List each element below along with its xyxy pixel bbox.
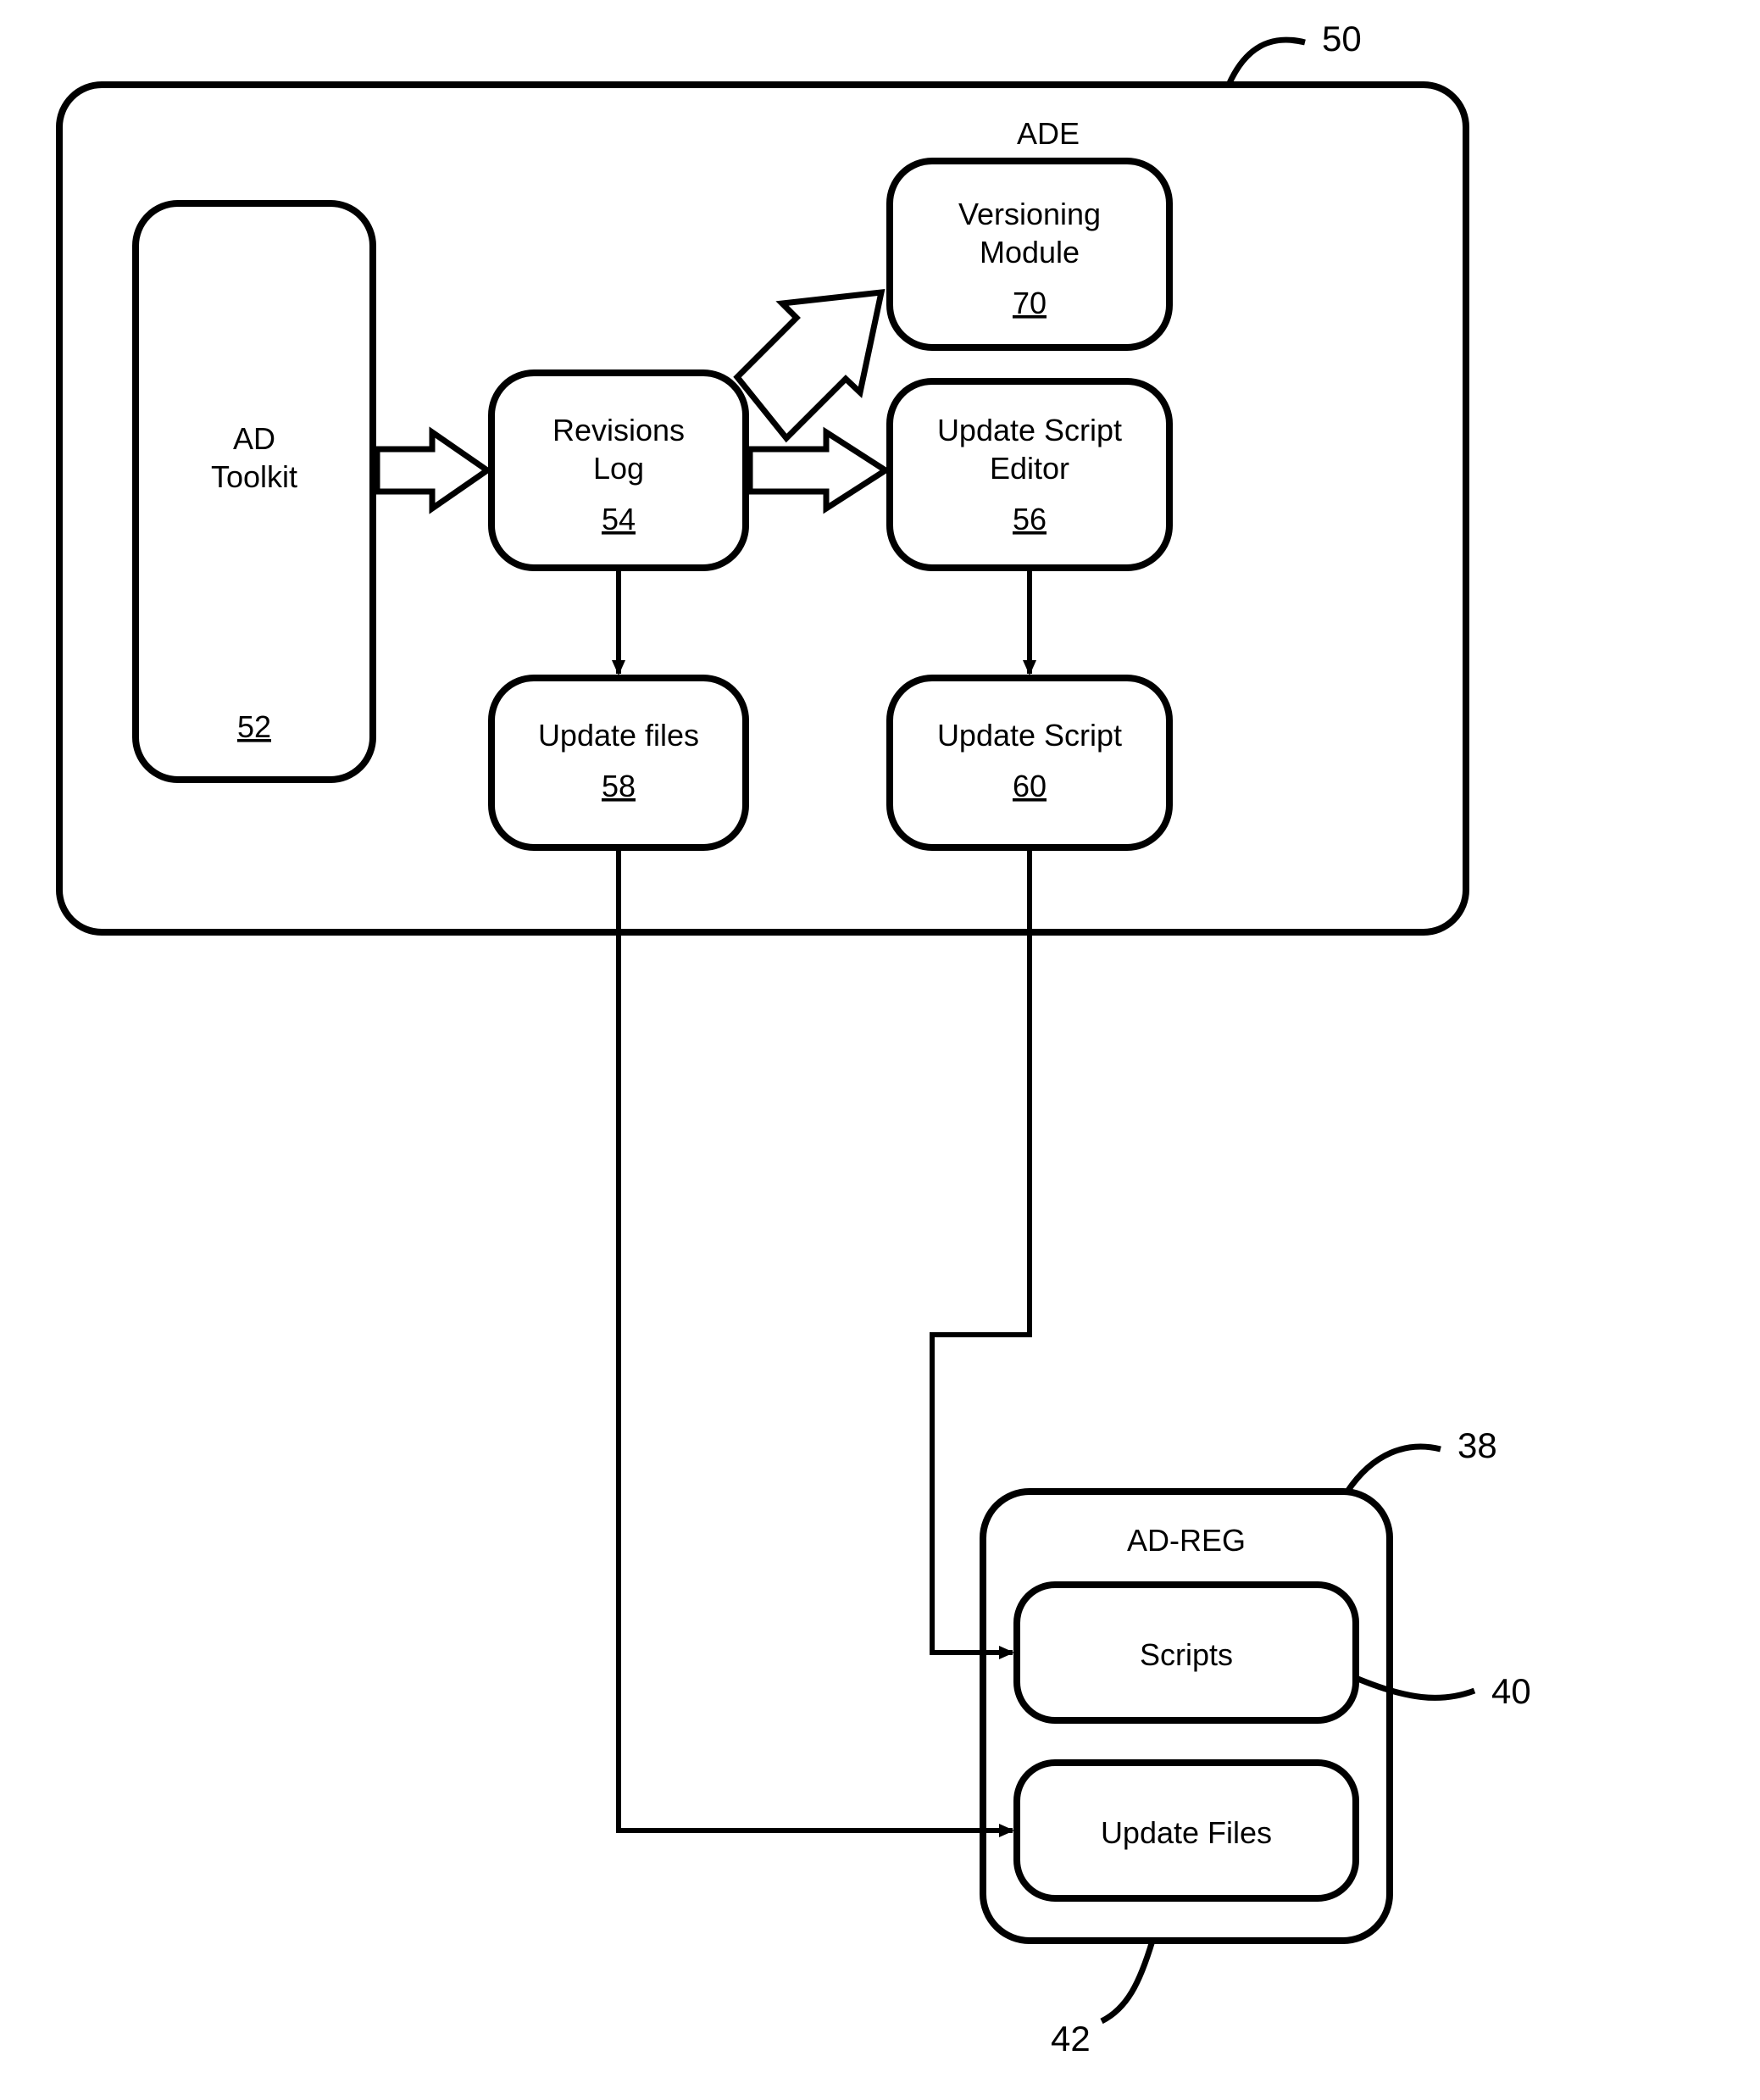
arrow-revisions-to-versioning [737,292,881,438]
arrow-revisions-to-editor [750,432,886,508]
versioning-line2: Module [980,235,1080,269]
editor-line2: Editor [990,451,1069,486]
update-script-line1: Update Script [937,718,1122,753]
arrow-updatefiles-to-adreg-updatefiles [619,847,1013,1831]
update-files-box [491,678,746,847]
update-files-line1: Update files [538,718,699,753]
revisions-line1: Revisions [552,413,685,447]
scripts-label: Scripts [1140,1637,1233,1672]
revisions-ref: 54 [602,502,636,536]
ade-container [59,85,1466,932]
toolkit-ref: 52 [237,709,271,744]
versioning-line1: Versioning [958,197,1101,231]
adreg-updatefiles-callout-leader [1102,1941,1152,2021]
toolkit-line1: AD [233,421,275,456]
adreg-updatefiles-label: Update Files [1101,1815,1272,1850]
editor-line1: Update Script [937,413,1122,447]
versioning-ref: 70 [1013,286,1047,320]
ade-callout-leader [1229,40,1305,85]
toolkit-line2: Toolkit [211,459,297,494]
scripts-ref: 40 [1491,1671,1531,1711]
diagram-canvas: ADE 50 AD Toolkit 52 Revisions Log 54 Ve… [0,0,1760,2100]
update-files-ref: 58 [602,769,636,803]
revisions-line2: Log [593,451,644,486]
adreg-callout-leader [1347,1447,1441,1492]
ade-title: ADE [1017,116,1080,151]
update-script-box [890,678,1169,847]
ade-ref: 50 [1322,19,1362,58]
scripts-callout-leader [1356,1678,1474,1697]
update-script-ref: 60 [1013,769,1047,803]
editor-ref: 56 [1013,502,1047,536]
adreg-updatefiles-ref: 42 [1051,2019,1091,2058]
arrow-toolkit-to-revisions [377,432,487,508]
adreg-ref: 38 [1457,1425,1497,1465]
adreg-title: AD-REG [1127,1523,1246,1558]
